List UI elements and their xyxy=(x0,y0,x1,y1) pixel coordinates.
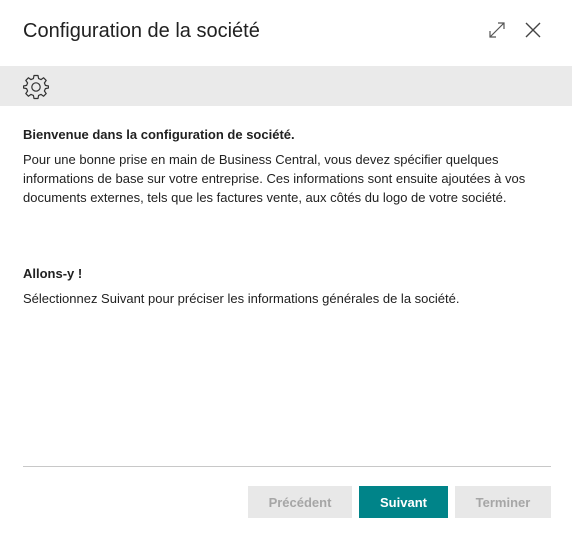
banner xyxy=(0,66,572,106)
close-icon xyxy=(525,22,541,38)
footer-divider xyxy=(23,466,551,467)
welcome-section: Bienvenue dans la configuration de socié… xyxy=(23,125,553,207)
finish-button[interactable]: Terminer xyxy=(455,486,551,518)
expand-icon xyxy=(489,22,505,38)
next-button[interactable]: Suivant xyxy=(359,486,448,518)
dialog-title: Configuration de la société xyxy=(23,20,260,42)
expand-button[interactable] xyxy=(485,18,509,42)
welcome-text: Pour une bonne prise en main de Business… xyxy=(23,152,526,205)
welcome-heading: Bienvenue dans la configuration de socié… xyxy=(23,127,295,142)
start-section: Allons-y ! Sélectionnez Suivant pour pré… xyxy=(23,264,553,308)
start-text: Sélectionnez Suivant pour préciser les i… xyxy=(23,291,460,306)
dialog-header: Configuration de la société xyxy=(0,0,572,66)
previous-button[interactable]: Précédent xyxy=(248,486,352,518)
start-heading: Allons-y ! xyxy=(23,266,83,281)
close-button[interactable] xyxy=(521,18,545,42)
setup-dialog: Configuration de la société Bienvenue da… xyxy=(0,0,572,540)
gear-icon xyxy=(23,74,49,100)
